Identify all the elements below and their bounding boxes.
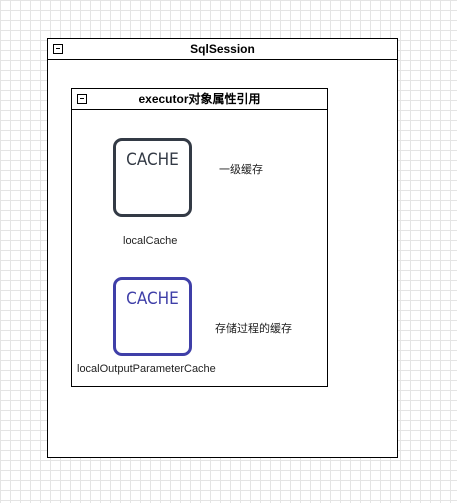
cache-icon-text: CACHE <box>126 289 179 309</box>
executor-body <box>72 110 327 386</box>
executor-container[interactable]: executor对象属性引用 <box>71 88 328 387</box>
local-cache-label: localCache <box>123 235 178 247</box>
first-level-cache-note: 一级缓存 <box>219 164 263 176</box>
sqlsession-title: SqlSession <box>190 42 255 56</box>
sqlsession-header[interactable]: SqlSession <box>48 39 397 60</box>
collapse-icon[interactable] <box>77 94 87 104</box>
local-output-parameter-cache-label: localOutputParameterCache <box>77 363 216 375</box>
executor-title: executor对象属性引用 <box>138 92 261 106</box>
cache-icon[interactable]: CACHE <box>113 138 192 217</box>
cache-icon[interactable]: CACHE <box>113 277 192 356</box>
executor-header[interactable]: executor对象属性引用 <box>72 89 327 110</box>
stored-procedure-cache-note: 存储过程的缓存 <box>215 323 292 335</box>
collapse-icon[interactable] <box>53 44 63 54</box>
cache-icon-text: CACHE <box>126 150 179 170</box>
